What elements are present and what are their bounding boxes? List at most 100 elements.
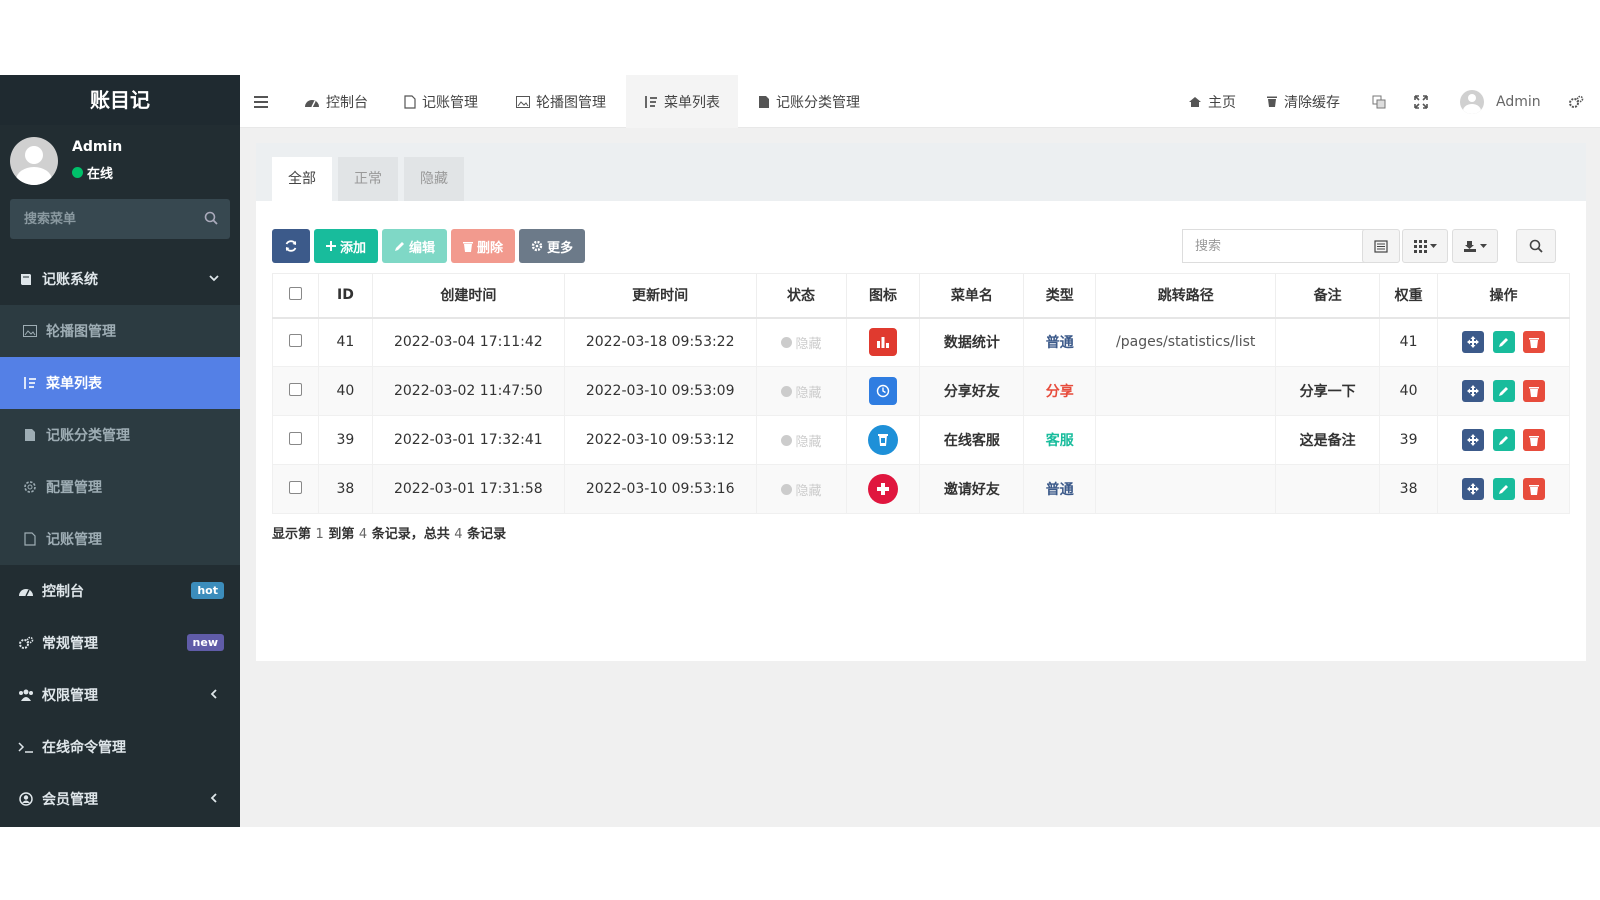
delete-row-button[interactable] — [1522, 331, 1545, 354]
add-button[interactable]: 添加 — [314, 229, 379, 263]
column-header[interactable]: 图标 — [845, 273, 921, 319]
column-header[interactable]: ID — [317, 273, 373, 319]
row-checkbox[interactable] — [288, 382, 302, 396]
column-header[interactable]: 创建时间 — [371, 273, 565, 319]
drag-button[interactable] — [1462, 380, 1485, 402]
sidebar-item-terminal[interactable]: 在线命令管理 — [0, 721, 240, 773]
row-select-cell — [272, 366, 319, 416]
clear-cache-button[interactable]: 清除缓存 — [1266, 75, 1340, 128]
column-header: 操作 — [1437, 273, 1570, 319]
sidebar-item-category[interactable]: 记账分类管理 — [0, 409, 240, 461]
tab-hidden[interactable]: 隐藏 — [404, 157, 464, 201]
cell-remark — [1275, 464, 1381, 514]
cell-status: 隐藏 — [755, 415, 847, 465]
column-header[interactable]: 状态 — [755, 273, 847, 319]
sidebar-item-config[interactable]: 配置管理 — [0, 461, 240, 513]
edit-row-button[interactable] — [1492, 380, 1515, 402]
row-checkbox[interactable] — [288, 431, 302, 445]
app-logo[interactable]: 账目记 — [0, 75, 240, 125]
status-toggle[interactable]: 隐藏 — [780, 333, 822, 352]
status-dot-icon — [780, 336, 792, 348]
tab-carousel[interactable]: 轮播图管理 — [516, 75, 606, 128]
sidebar-item-general[interactable]: 常规管理 new — [0, 617, 240, 669]
cell-icon — [845, 415, 921, 465]
cell-actions — [1437, 366, 1570, 416]
column-header[interactable]: 更新时间 — [563, 273, 757, 319]
drag-button[interactable] — [1462, 331, 1485, 354]
edit-button[interactable]: 编辑 — [382, 229, 448, 263]
status-dot-icon — [780, 434, 792, 446]
delete-label: 删除 — [477, 239, 504, 255]
home-link[interactable]: 主页 — [1188, 75, 1236, 128]
avatar — [10, 137, 58, 185]
status-toggle[interactable]: 隐藏 — [780, 480, 822, 499]
delete-button[interactable]: 删除 — [451, 229, 516, 263]
delete-row-button[interactable] — [1522, 429, 1545, 451]
row-checkbox[interactable] — [288, 333, 302, 347]
refresh-button[interactable] — [272, 229, 310, 263]
sidebar-item-ledger[interactable]: 记账管理 — [0, 513, 240, 565]
search-icon[interactable] — [204, 211, 218, 225]
tab-category[interactable]: 记账分类管理 — [758, 75, 860, 128]
pagination-info: 显示第 1 到第 4 条记录，总共 4 条记录 — [272, 523, 506, 542]
filter-tabs: 全部 正常 隐藏 — [256, 143, 1586, 201]
cell-actions — [1437, 317, 1570, 367]
tab-label: 菜单列表 — [664, 94, 720, 111]
delete-row-button[interactable] — [1522, 478, 1545, 500]
more-button[interactable]: 更多 — [519, 229, 586, 263]
tab-ledger[interactable]: 记账管理 — [404, 75, 478, 128]
search-button[interactable] — [1516, 229, 1556, 263]
cell-icon — [845, 317, 921, 367]
column-header[interactable]: 跳转路径 — [1095, 273, 1277, 319]
arrows-icon — [1467, 336, 1480, 349]
sidebar-item-members[interactable]: 会员管理 — [0, 773, 240, 825]
column-header[interactable]: 类型 — [1023, 273, 1097, 319]
cell-status: 隐藏 — [755, 366, 847, 416]
cell-type: 客服 — [1023, 415, 1097, 465]
tab-normal[interactable]: 正常 — [338, 157, 398, 201]
sidebar-item-label: 轮播图管理 — [46, 324, 116, 340]
edit-row-button[interactable] — [1492, 429, 1515, 451]
sidebar-item-permission[interactable]: 权限管理 — [0, 669, 240, 721]
cell-created: 2022-03-02 11:47:50 — [371, 366, 565, 416]
sidebar-search — [10, 199, 230, 239]
edit-row-button[interactable] — [1492, 478, 1515, 500]
row-checkbox[interactable] — [288, 480, 302, 494]
column-header[interactable]: 备注 — [1275, 273, 1381, 319]
toggle-view-button[interactable] — [1362, 229, 1400, 263]
columns-button[interactable] — [1402, 229, 1448, 263]
tab-all[interactable]: 全部 — [272, 157, 332, 201]
select-all-checkbox[interactable] — [288, 286, 302, 300]
sidebar-search-input[interactable] — [10, 199, 230, 239]
status-toggle[interactable]: 隐藏 — [780, 382, 822, 401]
drag-button[interactable] — [1462, 429, 1485, 451]
translate-button[interactable] — [1372, 75, 1386, 128]
list-sort-icon — [644, 95, 658, 109]
export-button[interactable] — [1452, 229, 1498, 263]
user-menu[interactable]: Admin — [1460, 75, 1541, 128]
tab-label: 控制台 — [326, 94, 368, 111]
trash-icon — [1528, 386, 1539, 397]
sidebar-item-label: 记账分类管理 — [46, 428, 130, 444]
fullscreen-button[interactable] — [1414, 75, 1428, 128]
settings-button[interactable] — [1568, 75, 1584, 128]
more-label: 更多 — [547, 239, 574, 255]
table-search-input[interactable] — [1182, 229, 1374, 263]
sidebar-item-carousel[interactable]: 轮播图管理 — [0, 305, 240, 357]
edit-row-button[interactable] — [1492, 331, 1515, 354]
sidebar-item-menu-list[interactable]: 菜单列表 — [0, 357, 240, 409]
status-toggle[interactable]: 隐藏 — [780, 431, 822, 450]
drag-button[interactable] — [1462, 478, 1485, 500]
sidebar-item-bookkeeping[interactable]: 记账系统 — [0, 253, 240, 305]
sidebar-item-dashboard[interactable]: 控制台 hot — [0, 565, 240, 617]
delete-row-button[interactable] — [1522, 380, 1545, 402]
column-header[interactable]: 权重 — [1379, 273, 1439, 319]
dashboard-icon — [304, 96, 320, 108]
tab-menu-list[interactable]: 菜单列表 — [626, 75, 738, 128]
trash-icon — [1528, 484, 1539, 495]
tab-dashboard[interactable]: 控制台 — [304, 75, 368, 128]
user-status-text: 在线 — [87, 167, 114, 182]
cell-name: 数据统计 — [919, 317, 1025, 367]
sidebar-toggle-button[interactable] — [254, 75, 268, 128]
column-header[interactable]: 菜单名 — [919, 273, 1025, 319]
